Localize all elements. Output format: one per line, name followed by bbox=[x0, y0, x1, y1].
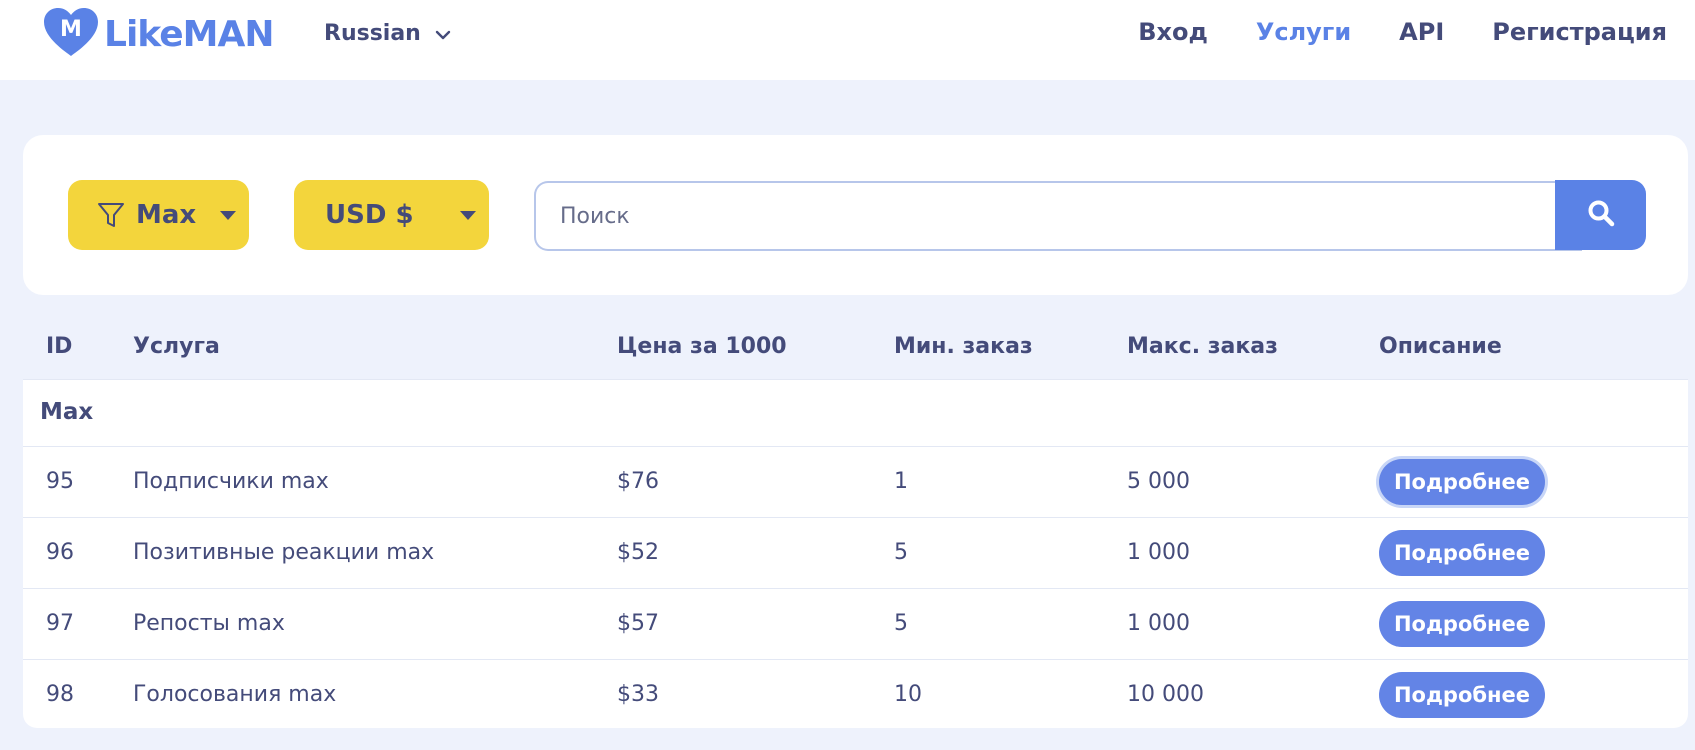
row-id: 97 bbox=[46, 611, 74, 636]
row-id: 95 bbox=[46, 469, 74, 494]
category-filter-button[interactable]: Max bbox=[68, 180, 249, 250]
currency-button[interactable]: USD $ bbox=[294, 180, 489, 250]
services-table: ID Услуга Цена за 1000 Мин. заказ Макс. … bbox=[23, 316, 1688, 728]
caret-down-icon bbox=[220, 210, 237, 220]
column-header-price: Цена за 1000 bbox=[617, 334, 787, 359]
column-header-max-order: Макс. заказ bbox=[1127, 334, 1278, 359]
row-max-order: 5 000 bbox=[1127, 469, 1190, 494]
row-price: $52 bbox=[617, 540, 659, 565]
row-min-order: 5 bbox=[894, 540, 908, 565]
currency-label: USD $ bbox=[325, 200, 414, 230]
table-header: ID Услуга Цена за 1000 Мин. заказ Макс. … bbox=[23, 316, 1688, 380]
table-row: 95 Подписчики max $76 1 5 000 Подробнее bbox=[23, 447, 1688, 518]
row-max-order: 1 000 bbox=[1127, 611, 1190, 636]
nav-api[interactable]: API bbox=[1399, 18, 1444, 46]
search-icon bbox=[1586, 198, 1616, 232]
row-service-name: Позитивные реакции max bbox=[133, 540, 435, 565]
logo-text: LikeMAN bbox=[104, 13, 274, 55]
nav-register[interactable]: Регистрация bbox=[1492, 18, 1667, 46]
nav-login[interactable]: Вход bbox=[1138, 18, 1208, 46]
details-button[interactable]: Подробнее bbox=[1379, 601, 1545, 647]
row-min-order: 1 bbox=[894, 469, 908, 494]
row-price: $33 bbox=[617, 682, 659, 707]
table-row: 98 Голосования max $33 10 10 000 Подробн… bbox=[23, 660, 1688, 728]
svg-text:M: M bbox=[60, 17, 82, 42]
row-min-order: 10 bbox=[894, 682, 922, 707]
caret-down-icon bbox=[459, 210, 476, 220]
funnel-icon bbox=[96, 200, 126, 230]
top-header: M LikeMAN Russian Вход Услуги API Регист… bbox=[0, 0, 1695, 80]
heart-logo-icon: M bbox=[42, 6, 100, 62]
column-header-service: Услуга bbox=[133, 334, 220, 359]
row-max-order: 1 000 bbox=[1127, 540, 1190, 565]
row-service-name: Голосования max bbox=[133, 682, 337, 707]
search-button[interactable] bbox=[1555, 180, 1646, 250]
table-row: 97 Репосты max $57 5 1 000 Подробнее bbox=[23, 589, 1688, 660]
details-button[interactable]: Подробнее bbox=[1379, 530, 1545, 576]
category-title: Max bbox=[40, 399, 94, 425]
row-service-name: Подписчики max bbox=[133, 469, 329, 494]
logo[interactable]: M LikeMAN bbox=[42, 6, 274, 62]
language-label: Russian bbox=[324, 20, 421, 46]
row-max-order: 10 000 bbox=[1127, 682, 1204, 707]
category-filter-label: Max bbox=[136, 200, 197, 230]
filter-panel: Max USD $ bbox=[23, 135, 1688, 295]
row-service-name: Репосты max bbox=[133, 611, 285, 636]
column-header-description: Описание bbox=[1379, 334, 1502, 359]
row-min-order: 5 bbox=[894, 611, 908, 636]
language-selector[interactable]: Russian bbox=[324, 18, 451, 48]
details-button[interactable]: Подробнее bbox=[1379, 459, 1545, 505]
column-header-min-order: Мин. заказ bbox=[894, 334, 1033, 359]
row-id: 96 bbox=[46, 540, 74, 565]
main-nav: Вход Услуги API Регистрация bbox=[1138, 14, 1667, 50]
row-price: $57 bbox=[617, 611, 659, 636]
search-input[interactable] bbox=[534, 181, 1582, 251]
row-id: 98 bbox=[46, 682, 74, 707]
nav-services[interactable]: Услуги bbox=[1256, 18, 1351, 46]
row-price: $76 bbox=[617, 469, 659, 494]
table-row: 96 Позитивные реакции max $52 5 1 000 По… bbox=[23, 518, 1688, 589]
chevron-down-icon bbox=[435, 21, 451, 46]
category-row: Max bbox=[23, 379, 1688, 447]
column-header-id: ID bbox=[46, 334, 73, 359]
details-button[interactable]: Подробнее bbox=[1379, 672, 1545, 718]
